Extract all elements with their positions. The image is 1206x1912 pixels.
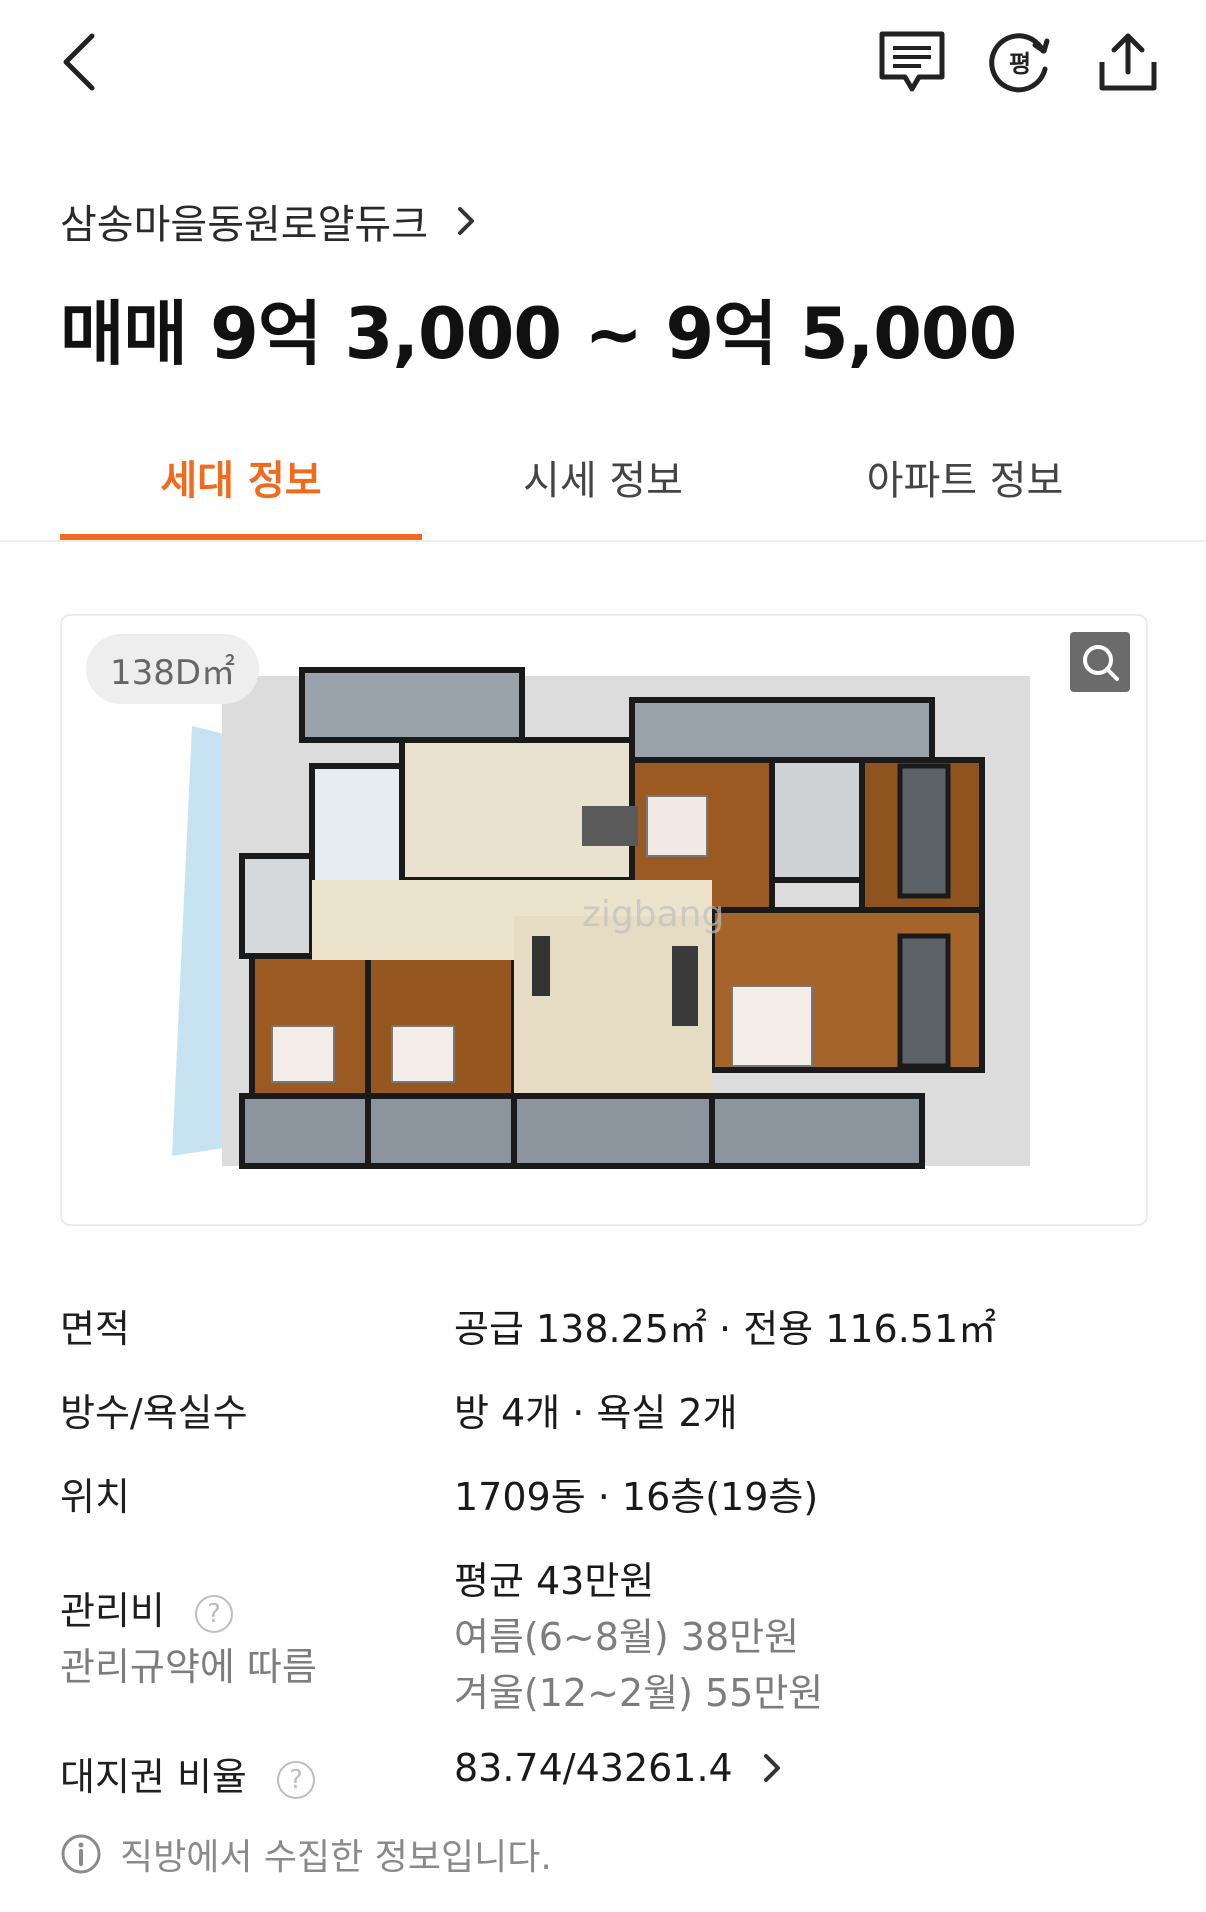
chevron-right-icon <box>763 1754 780 1782</box>
chevron-right-icon <box>458 207 474 235</box>
zoom-button[interactable] <box>1070 632 1130 692</box>
management-fee-sublabel: 관리규약에 따름 <box>60 1645 317 1689</box>
location-value: 1709동 · 16층(19층) <box>454 1475 819 1519</box>
active-tab-indicator <box>60 534 422 540</box>
watermark-text: zigbang <box>582 894 724 935</box>
share-icon <box>1099 33 1157 91</box>
info-icon <box>61 1834 101 1874</box>
tab-bar: 세대 정보 시세 정보 아파트 정보 <box>0 430 1206 542</box>
area-label: 면적 <box>60 1307 130 1351</box>
floorplan-image: zigbang <box>172 667 1030 1169</box>
rooms-label: 방수/욕실수 <box>60 1391 248 1435</box>
chat-icon <box>879 31 945 92</box>
back-button[interactable] <box>40 24 116 100</box>
pyeong-label: 평 <box>1009 50 1031 78</box>
land-ratio-label-row: 대지권 비율 ? <box>60 1746 315 1801</box>
price-range: 매매 9억 3,000 ~ 9억 5,000 <box>60 293 1017 375</box>
chat-button[interactable] <box>874 24 950 100</box>
management-fee-winter: 겨울(12~2월) 55만원 <box>454 1671 824 1715</box>
source-notice-text: 직방에서 수집한 정보입니다. <box>120 1837 552 1878</box>
tab-market-info[interactable]: 시세 정보 <box>422 448 784 506</box>
source-notice: 직방에서 수집한 정보입니다. <box>60 1828 552 1880</box>
management-fee-label: 관리비 <box>60 1589 165 1633</box>
tab-unit-info[interactable]: 세대 정보 <box>60 448 422 506</box>
management-fee-label-row: 관리비 ? <box>60 1580 233 1635</box>
rooms-value: 방 4개 · 욕실 2개 <box>454 1391 738 1435</box>
share-button[interactable] <box>1090 24 1166 100</box>
land-ratio-link[interactable]: 83.74/43261.4 <box>454 1746 781 1790</box>
management-fee-summer: 여름(6~8월) 38만원 <box>454 1615 800 1659</box>
location-label: 위치 <box>60 1475 130 1519</box>
land-ratio-value: 83.74/43261.4 <box>454 1746 733 1790</box>
search-icon <box>1083 645 1119 681</box>
tab-apartment-info[interactable]: 아파트 정보 <box>784 448 1146 506</box>
complex-name-link[interactable]: 삼송마을동원로얄듀크 <box>60 192 476 250</box>
pyeong-convert-icon: 평 <box>989 33 1050 93</box>
floorplan-card[interactable]: zigbang 138D㎡ <box>60 614 1148 1226</box>
area-value: 공급 138.25㎡ · 전용 116.51㎡ <box>454 1307 997 1351</box>
management-fee-average: 평균 43만원 <box>454 1559 655 1603</box>
pyeong-toggle-button[interactable]: 평 <box>982 24 1058 100</box>
complex-name: 삼송마을동원로얄듀크 <box>60 202 428 248</box>
help-icon[interactable]: ? <box>194 1594 233 1633</box>
unit-type-badge: 138D㎡ <box>86 634 260 704</box>
land-ratio-label: 대지권 비율 <box>60 1755 247 1799</box>
chevron-left-icon <box>63 33 95 91</box>
help-icon[interactable]: ? <box>276 1760 315 1799</box>
